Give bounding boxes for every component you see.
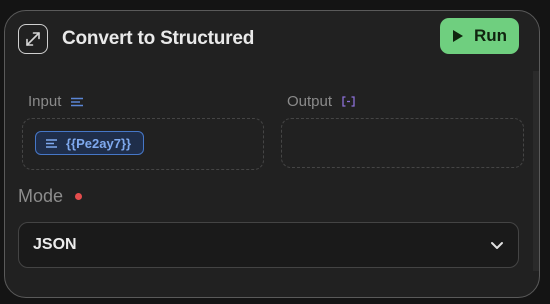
run-button[interactable]: Run bbox=[440, 18, 519, 54]
chevron-down-icon bbox=[491, 241, 503, 249]
mode-select[interactable]: JSON bbox=[18, 222, 519, 268]
output-label-text: Output bbox=[287, 93, 333, 110]
input-label: Input bbox=[28, 93, 84, 110]
text-lines-icon bbox=[46, 138, 57, 148]
input-variable-text: {{Pe2ay7}} bbox=[66, 135, 132, 151]
output-dropzone[interactable] bbox=[281, 118, 524, 168]
expand-arrows-icon bbox=[18, 24, 48, 54]
run-button-label: Run bbox=[473, 26, 508, 45]
mode-select-value: JSON bbox=[33, 236, 77, 253]
input-label-text: Input bbox=[28, 93, 62, 110]
output-label: Output bbox=[287, 93, 355, 110]
mode-label: Mode bbox=[18, 186, 83, 207]
text-lines-icon bbox=[71, 97, 84, 106]
mode-label-text: Mode bbox=[18, 186, 64, 206]
card-edge bbox=[533, 71, 539, 271]
node-title: Convert to Structured bbox=[62, 28, 255, 49]
input-variable-chip[interactable]: {{Pe2ay7}} bbox=[35, 131, 145, 155]
play-icon bbox=[452, 30, 463, 42]
required-indicator bbox=[75, 193, 83, 200]
input-dropzone[interactable]: {{Pe2ay7}} bbox=[22, 118, 264, 170]
structured-braces-icon bbox=[342, 96, 355, 107]
